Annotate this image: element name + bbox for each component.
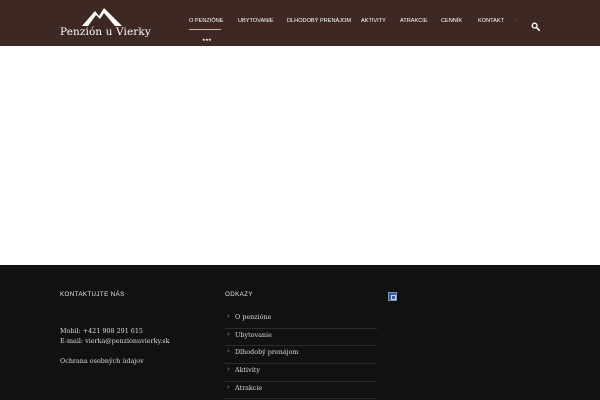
nav-active-underline	[189, 29, 221, 30]
footer-link-label: Atrakcie	[235, 383, 263, 392]
chevron-right-icon: ›	[227, 365, 230, 374]
chevron-right-icon: ›	[227, 312, 230, 320]
footer-link-label: O penzióne	[235, 313, 272, 321]
chevron-right-icon: ›	[227, 382, 230, 391]
logo-stars: ★★★	[202, 37, 212, 42]
nav-item-cennik[interactable]: CENNÍK	[441, 18, 462, 24]
footer-link-label: Aktivity	[235, 366, 260, 375]
nav-item-kontakt[interactable]: KONTAKT	[478, 18, 504, 24]
footer-phone: Mobil: +421 908 291 615	[60, 327, 143, 335]
footer-link-dlhodoby-prenajom[interactable]: › Dlhodobý prenájom	[225, 346, 377, 365]
footer-email[interactable]: E-mail: vierka@penzionuvierky.sk	[60, 337, 169, 345]
nav-item-dlhodoby-prenajom[interactable]: DLHODOBÝ PRENÁJOM	[287, 18, 351, 24]
footer-link-aktivity[interactable]: › Aktivity	[225, 364, 377, 382]
main-content	[0, 46, 600, 265]
nav-item-ubytovanie[interactable]: UBYTOVANIE	[238, 18, 274, 24]
footer-link-atrakcie[interactable]: › Atrakcie	[225, 382, 377, 400]
footer-link-label: Ubytovanie	[235, 330, 272, 339]
footer-contact-title: KONTAKTUJTE NÁS	[60, 291, 125, 298]
nav-item-atrakcie[interactable]: ATRAKCIE	[400, 18, 428, 24]
chevron-right-icon: ›	[227, 347, 230, 356]
search-icon[interactable]	[531, 16, 540, 31]
mountain-icon	[82, 8, 122, 26]
nav-separator: ·	[515, 18, 517, 24]
footer-link-o-penzione[interactable]: › O penzióne	[225, 311, 377, 329]
footer-privacy-link[interactable]: Ochrana osobných údajov	[60, 357, 144, 365]
logo-text: Penzión u Vierky	[60, 26, 151, 38]
broken-image-icon	[388, 292, 397, 301]
footer-links-title: ODKAZY	[225, 291, 253, 298]
nav-item-o-penzione[interactable]: O PENZIÓNE	[189, 18, 224, 24]
footer-link-ubytovanie[interactable]: › Ubytovanie	[225, 329, 377, 347]
site-header: Penzión u Vierky ★★★ O PENZIÓNE UBYTOVAN…	[0, 0, 600, 46]
nav-item-aktivity[interactable]: AKTIVITY	[361, 18, 386, 24]
chevron-right-icon: ›	[227, 329, 230, 338]
footer-link-label: Dlhodobý prenájom	[235, 348, 299, 357]
site-logo[interactable]: Penzión u Vierky ★★★	[60, 8, 212, 42]
